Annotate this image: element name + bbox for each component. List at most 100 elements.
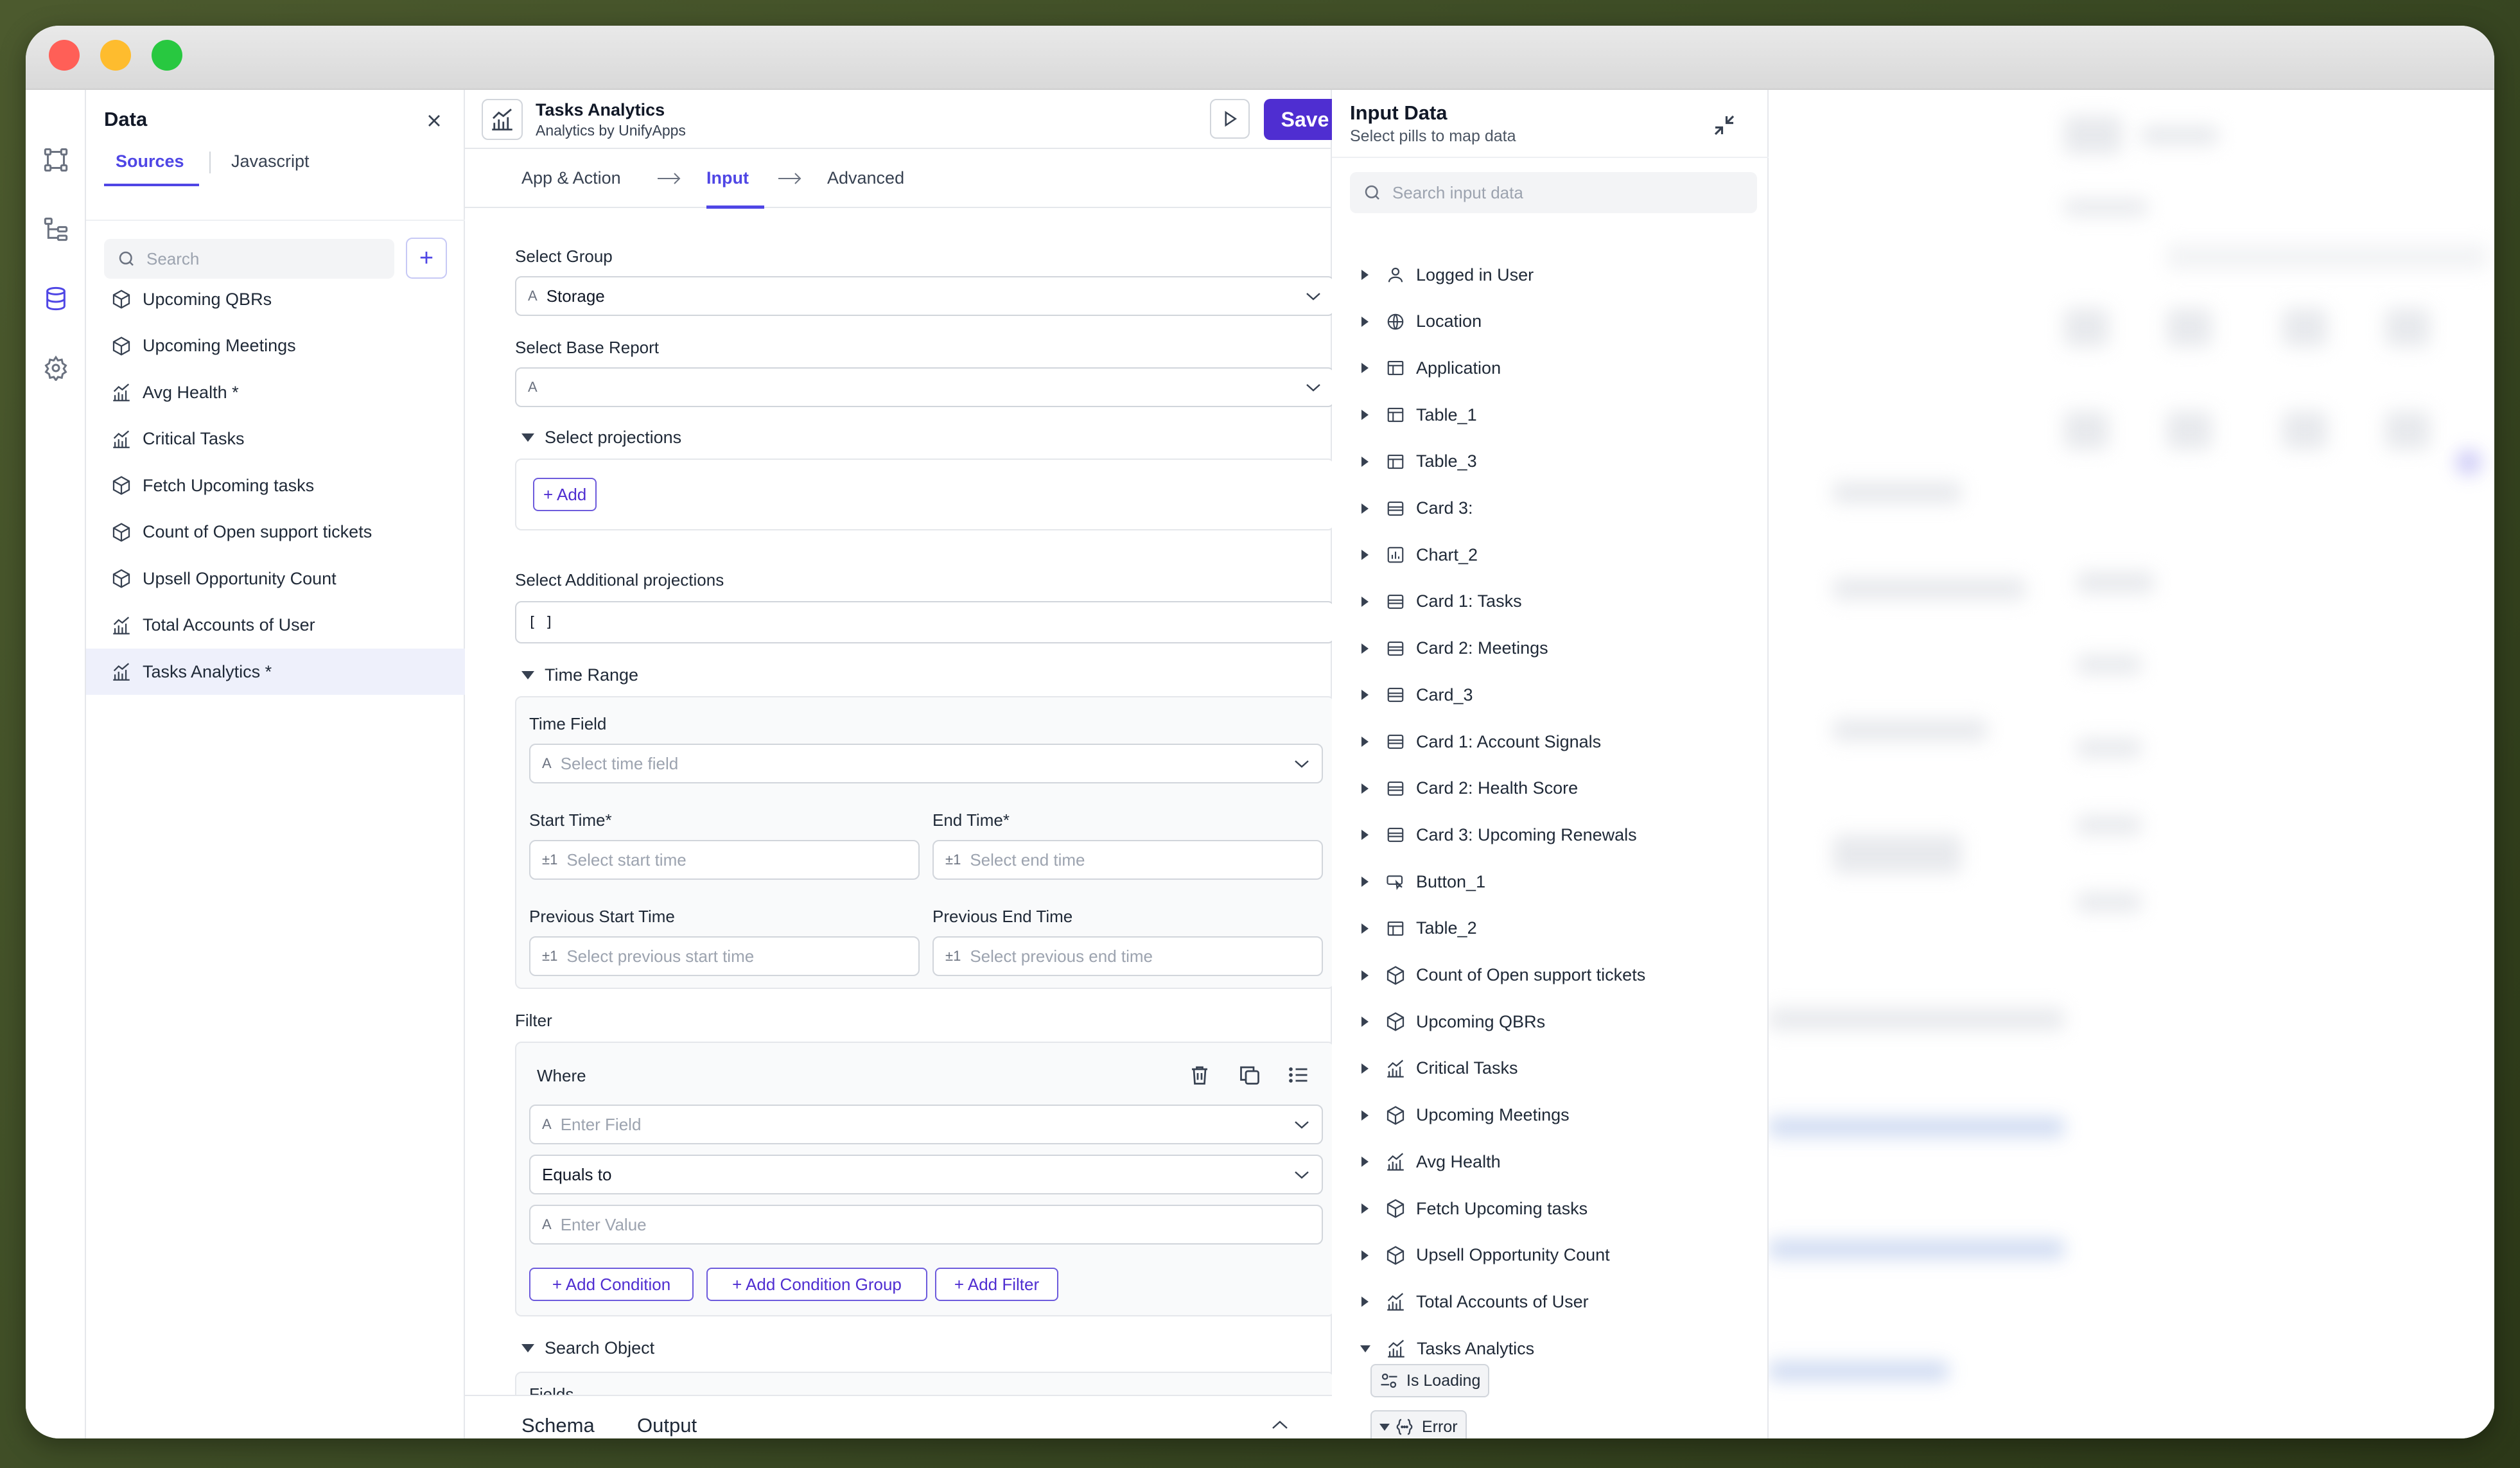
- caret-right-icon[interactable]: [1361, 923, 1369, 934]
- input-tree-item[interactable]: Critical Tasks: [1332, 1045, 1769, 1092]
- input-tree-item[interactable]: Card 3:: [1332, 485, 1769, 532]
- caret-right-icon[interactable]: [1361, 410, 1369, 421]
- source-item[interactable]: Upsell Opportunity Count: [86, 555, 465, 602]
- caret-right-icon[interactable]: [1361, 737, 1369, 747]
- input-data-search[interactable]: Search input data: [1350, 172, 1757, 213]
- caret-right-icon[interactable]: [1361, 783, 1369, 794]
- source-item[interactable]: Total Accounts of User: [86, 602, 465, 649]
- caret-right-icon[interactable]: [1361, 1110, 1369, 1121]
- search-object-toggle[interactable]: Search Object: [521, 1338, 654, 1358]
- gear-icon[interactable]: [39, 351, 73, 385]
- caret-down-icon[interactable]: [1360, 1345, 1370, 1352]
- trash-icon[interactable]: [1188, 1063, 1211, 1087]
- input-tree-item[interactable]: Application: [1332, 345, 1769, 391]
- end-time-input[interactable]: ±1 Select end time: [932, 840, 1323, 880]
- tab-advanced[interactable]: Advanced: [827, 168, 904, 188]
- source-item[interactable]: Count of Open support tickets: [86, 509, 465, 555]
- tab-schema[interactable]: Schema: [521, 1414, 595, 1437]
- input-tree-item[interactable]: Chart_2: [1332, 532, 1769, 578]
- run-button[interactable]: [1210, 99, 1250, 139]
- caret-right-icon[interactable]: [1361, 1017, 1369, 1027]
- caret-right-icon[interactable]: [1361, 1203, 1369, 1214]
- input-tree-item[interactable]: Fetch Upcoming tasks: [1332, 1185, 1769, 1232]
- input-tree-item[interactable]: Card 3: Upcoming Renewals: [1332, 812, 1769, 858]
- source-item[interactable]: Critical Tasks: [86, 416, 465, 462]
- base-report-dropdown[interactable]: A: [515, 367, 1334, 407]
- caret-right-icon[interactable]: [1361, 830, 1369, 841]
- add-source-button[interactable]: +: [406, 238, 447, 279]
- caret-right-icon[interactable]: [1361, 503, 1369, 514]
- input-tree-item[interactable]: Button_1: [1332, 859, 1769, 905]
- close-icon[interactable]: [424, 110, 444, 131]
- caret-right-icon[interactable]: [1361, 363, 1369, 374]
- caret-right-icon[interactable]: [1361, 596, 1369, 607]
- start-time-input[interactable]: ±1 Select start time: [529, 840, 920, 880]
- additional-projections-input[interactable]: [ ]: [515, 601, 1334, 643]
- operator-dropdown[interactable]: Equals to: [529, 1155, 1323, 1194]
- tab-output[interactable]: Output: [637, 1414, 697, 1437]
- prev-start-input[interactable]: ±1 Select previous start time: [529, 936, 920, 976]
- input-tree-item[interactable]: Card 2: Health Score: [1332, 765, 1769, 812]
- tab-app-action[interactable]: App & Action: [521, 168, 621, 188]
- source-item[interactable]: Fetch Upcoming tasks: [86, 462, 465, 509]
- sources-search-input[interactable]: Search: [104, 239, 394, 279]
- tab-javascript[interactable]: Javascript: [231, 152, 310, 171]
- input-tree-item[interactable]: Table_1: [1332, 392, 1769, 438]
- caret-right-icon[interactable]: [1361, 550, 1369, 561]
- caret-right-icon[interactable]: [1361, 1297, 1369, 1307]
- projections-toggle[interactable]: Select projections: [521, 428, 681, 448]
- caret-right-icon[interactable]: [1361, 316, 1369, 327]
- tree-icon[interactable]: [39, 212, 73, 247]
- caret-right-icon[interactable]: [1361, 877, 1369, 887]
- input-tree-item[interactable]: Card 2: Meetings: [1332, 625, 1769, 672]
- caret-right-icon[interactable]: [1361, 690, 1369, 701]
- source-item[interactable]: Tasks Analytics *: [86, 649, 465, 695]
- database-icon[interactable]: [39, 281, 73, 316]
- copy-icon[interactable]: [1238, 1063, 1261, 1087]
- select-group-dropdown[interactable]: A Storage: [515, 276, 1334, 316]
- input-tree-item[interactable]: Upsell Opportunity Count: [1332, 1232, 1769, 1279]
- caret-right-icon[interactable]: [1361, 970, 1369, 981]
- input-tree-item[interactable]: Upcoming QBRs: [1332, 999, 1769, 1045]
- input-tree-item[interactable]: Total Accounts of User: [1332, 1279, 1769, 1325]
- input-tree-item[interactable]: Upcoming Meetings: [1332, 1092, 1769, 1139]
- caret-right-icon[interactable]: [1361, 1250, 1369, 1261]
- source-item[interactable]: Upcoming QBRs: [86, 276, 465, 322]
- input-tree-item[interactable]: Location: [1332, 299, 1769, 345]
- filter-value-input[interactable]: A Enter Value: [529, 1205, 1323, 1245]
- input-tree-item[interactable]: Card_3: [1332, 672, 1769, 718]
- input-tree-item[interactable]: Card 1: Account Signals: [1332, 719, 1769, 765]
- source-item[interactable]: Avg Health *: [86, 369, 465, 415]
- add-condition-group-button[interactable]: + Add Condition Group: [706, 1268, 927, 1301]
- add-condition-button[interactable]: + Add Condition: [529, 1268, 694, 1301]
- collapse-icon[interactable]: [1711, 112, 1738, 139]
- filter-field-dropdown[interactable]: A Enter Field: [529, 1105, 1323, 1144]
- add-filter-button[interactable]: + Add Filter: [935, 1268, 1058, 1301]
- caret-right-icon[interactable]: [1361, 643, 1369, 654]
- time-field-dropdown[interactable]: A Select time field: [529, 744, 1323, 783]
- tab-input[interactable]: Input: [706, 168, 749, 188]
- input-tree-item[interactable]: Table_3: [1332, 439, 1769, 485]
- tab-sources[interactable]: Sources: [116, 152, 184, 171]
- minimize-window-button[interactable]: [100, 40, 131, 71]
- caret-right-icon[interactable]: [1361, 270, 1369, 280]
- maximize-window-button[interactable]: [152, 40, 182, 71]
- input-tree-item[interactable]: Avg Health: [1332, 1139, 1769, 1185]
- prev-end-input[interactable]: ±1 Select previous end time: [932, 936, 1323, 976]
- input-tree-item[interactable]: Card 1: Tasks: [1332, 579, 1769, 625]
- chevron-up-icon[interactable]: [1270, 1418, 1290, 1432]
- input-pill[interactable]: Is Loading: [1370, 1364, 1490, 1397]
- caret-right-icon[interactable]: [1361, 456, 1369, 467]
- time-range-toggle[interactable]: Time Range: [521, 665, 638, 685]
- add-projection-button[interactable]: + Add: [533, 478, 597, 511]
- list-icon[interactable]: [1287, 1063, 1310, 1087]
- caret-right-icon[interactable]: [1361, 1157, 1369, 1167]
- flow-icon[interactable]: [39, 143, 73, 177]
- source-item[interactable]: Upcoming Meetings: [86, 323, 465, 369]
- input-tree-item[interactable]: Logged in User: [1332, 252, 1769, 298]
- caret-right-icon[interactable]: [1361, 1063, 1369, 1074]
- input-tree-item[interactable]: Count of Open support tickets: [1332, 952, 1769, 999]
- close-window-button[interactable]: [49, 40, 80, 71]
- input-tree-item[interactable]: Table_2: [1332, 905, 1769, 952]
- input-pill[interactable]: Error: [1370, 1410, 1467, 1438]
